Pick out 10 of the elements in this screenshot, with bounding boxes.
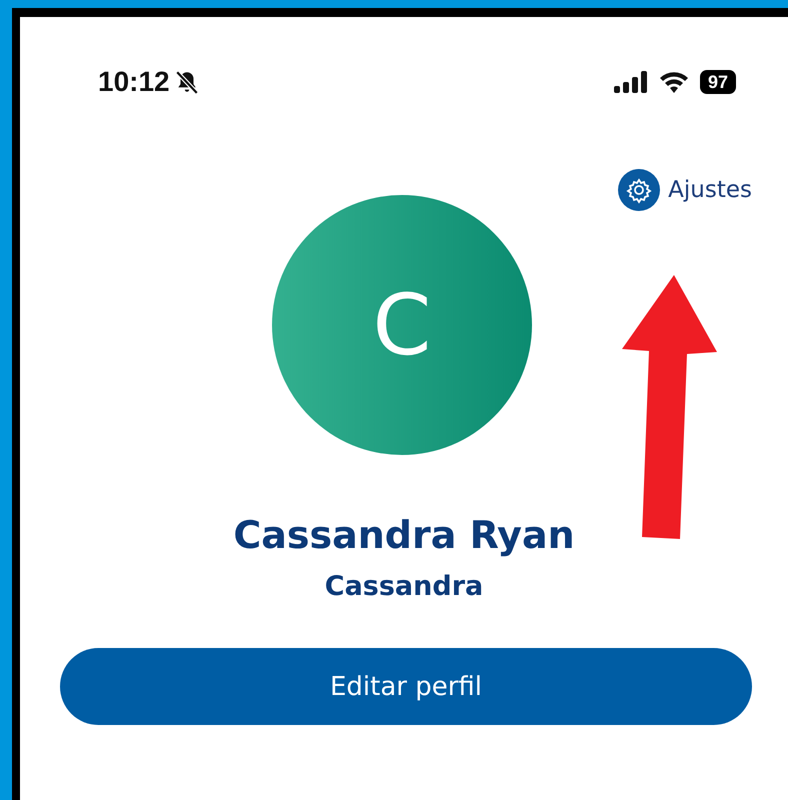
- wifi-icon: [658, 70, 690, 94]
- signal-icon: [614, 71, 648, 93]
- status-time: 10:12: [98, 66, 170, 98]
- settings-icon: [618, 169, 660, 211]
- battery-level: 97: [700, 70, 736, 94]
- full-name: Cassandra Ryan: [232, 513, 576, 557]
- edit-profile-button[interactable]: Editar perfil: [60, 648, 752, 725]
- settings-link[interactable]: Ajustes: [618, 169, 752, 211]
- avatar: C: [272, 195, 532, 455]
- username: Cassandra: [324, 571, 484, 602]
